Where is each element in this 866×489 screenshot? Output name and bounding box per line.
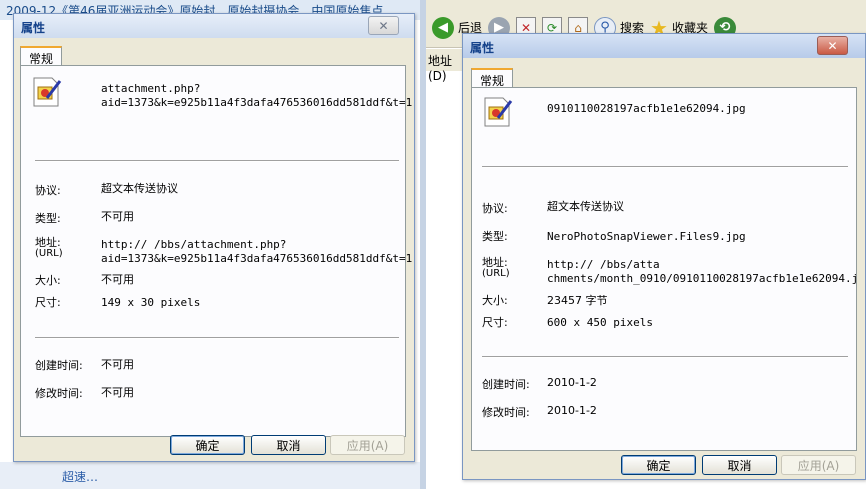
general-panel: 0910110028197acfb1e1e62094.jpg 协议: 超文本传送… (471, 87, 859, 451)
protocol-value: 超文本传送协议 (547, 200, 624, 213)
address-label-sub: (URL) (35, 248, 63, 259)
filename-line-1: attachment.php? (101, 82, 201, 95)
dimensions-label: 尺寸: (35, 296, 61, 309)
tab-general[interactable]: 常规 (471, 68, 514, 88)
dialog-title: 属性 (21, 21, 46, 35)
properties-dialog-left: 属性 ✕ 常规 attachment.php? aid=1373&k=e925b… (13, 13, 415, 462)
protocol-label: 协议: (482, 202, 508, 215)
protocol-label: 协议: (35, 184, 61, 197)
address-line-2: aid=1373&k=e925b11a4f3dafa476536016dd581… (101, 252, 413, 265)
general-panel: attachment.php? aid=1373&k=e925b11a4f3da… (20, 65, 412, 437)
image-file-icon (33, 77, 62, 107)
modified-value: 不可用 (101, 386, 134, 399)
dialog-titlebar[interactable]: 属性 (14, 14, 414, 38)
tab-general[interactable]: 常规 (20, 46, 63, 66)
type-label: 类型: (35, 212, 61, 225)
created-value: 不可用 (101, 358, 134, 371)
type-label: 类型: (482, 230, 508, 243)
modified-value: 2010-1-2 (547, 404, 597, 417)
image-file-icon (484, 97, 513, 127)
separator (35, 337, 399, 339)
separator (35, 160, 399, 162)
menu-bar[interactable] (426, 0, 866, 8)
separator (482, 356, 848, 358)
dialog-title: 属性 (470, 41, 495, 55)
address-line-1: http:// /bbs/attachment.php? (101, 238, 287, 251)
created-value: 2010-1-2 (547, 376, 597, 389)
modified-label: 修改时间: (482, 406, 530, 419)
dimensions-value: 149 x 30 pixels (101, 296, 201, 309)
filename: 0910110028197acfb1e1e62094.jpg (547, 102, 746, 115)
separator (482, 166, 848, 168)
apply-button[interactable]: 应用(A) (781, 455, 856, 475)
created-label: 创建时间: (482, 378, 530, 391)
back-arrow-icon: ◀ (432, 16, 454, 39)
ok-button[interactable]: 确定 (621, 455, 696, 475)
modified-label: 修改时间: (35, 387, 83, 400)
address-line-1: http:// /bbs/atta (547, 258, 660, 271)
type-value: NeroPhotoSnapViewer.Files9.jpg (547, 230, 746, 243)
dimensions-label: 尺寸: (482, 316, 508, 329)
background-status-fragment: 超速… (0, 462, 425, 489)
properties-dialog-right: 属性 ✕ 常规 0910110028197acfb1e1e62094.jpg 协… (462, 33, 866, 480)
filename-line-2: aid=1373&k=e925b11a4f3dafa476536016dd581… (101, 96, 413, 109)
dialog-titlebar[interactable]: 属性 (463, 34, 865, 58)
cancel-button[interactable]: 取消 (251, 435, 326, 455)
ok-button[interactable]: 确定 (170, 435, 245, 455)
size-label: 大小: (482, 294, 508, 307)
created-label: 创建时间: (35, 359, 83, 372)
size-value: 不可用 (101, 273, 134, 286)
cancel-button[interactable]: 取消 (702, 455, 777, 475)
apply-button[interactable]: 应用(A) (330, 435, 405, 455)
close-button[interactable]: ✕ (817, 36, 848, 55)
protocol-value: 超文本传送协议 (101, 182, 178, 195)
close-button[interactable]: ✕ (368, 16, 399, 35)
address-label: 地址(D) (426, 49, 466, 83)
address-line-2: chments/month_0910/0910110028197acfb1e1e… (547, 272, 859, 285)
size-value: 23457 字节 (547, 294, 608, 307)
address-label-sub: (URL) (482, 268, 510, 279)
size-label: 大小: (35, 274, 61, 287)
dimensions-value: 600 x 450 pixels (547, 316, 653, 329)
type-value: 不可用 (101, 210, 134, 223)
